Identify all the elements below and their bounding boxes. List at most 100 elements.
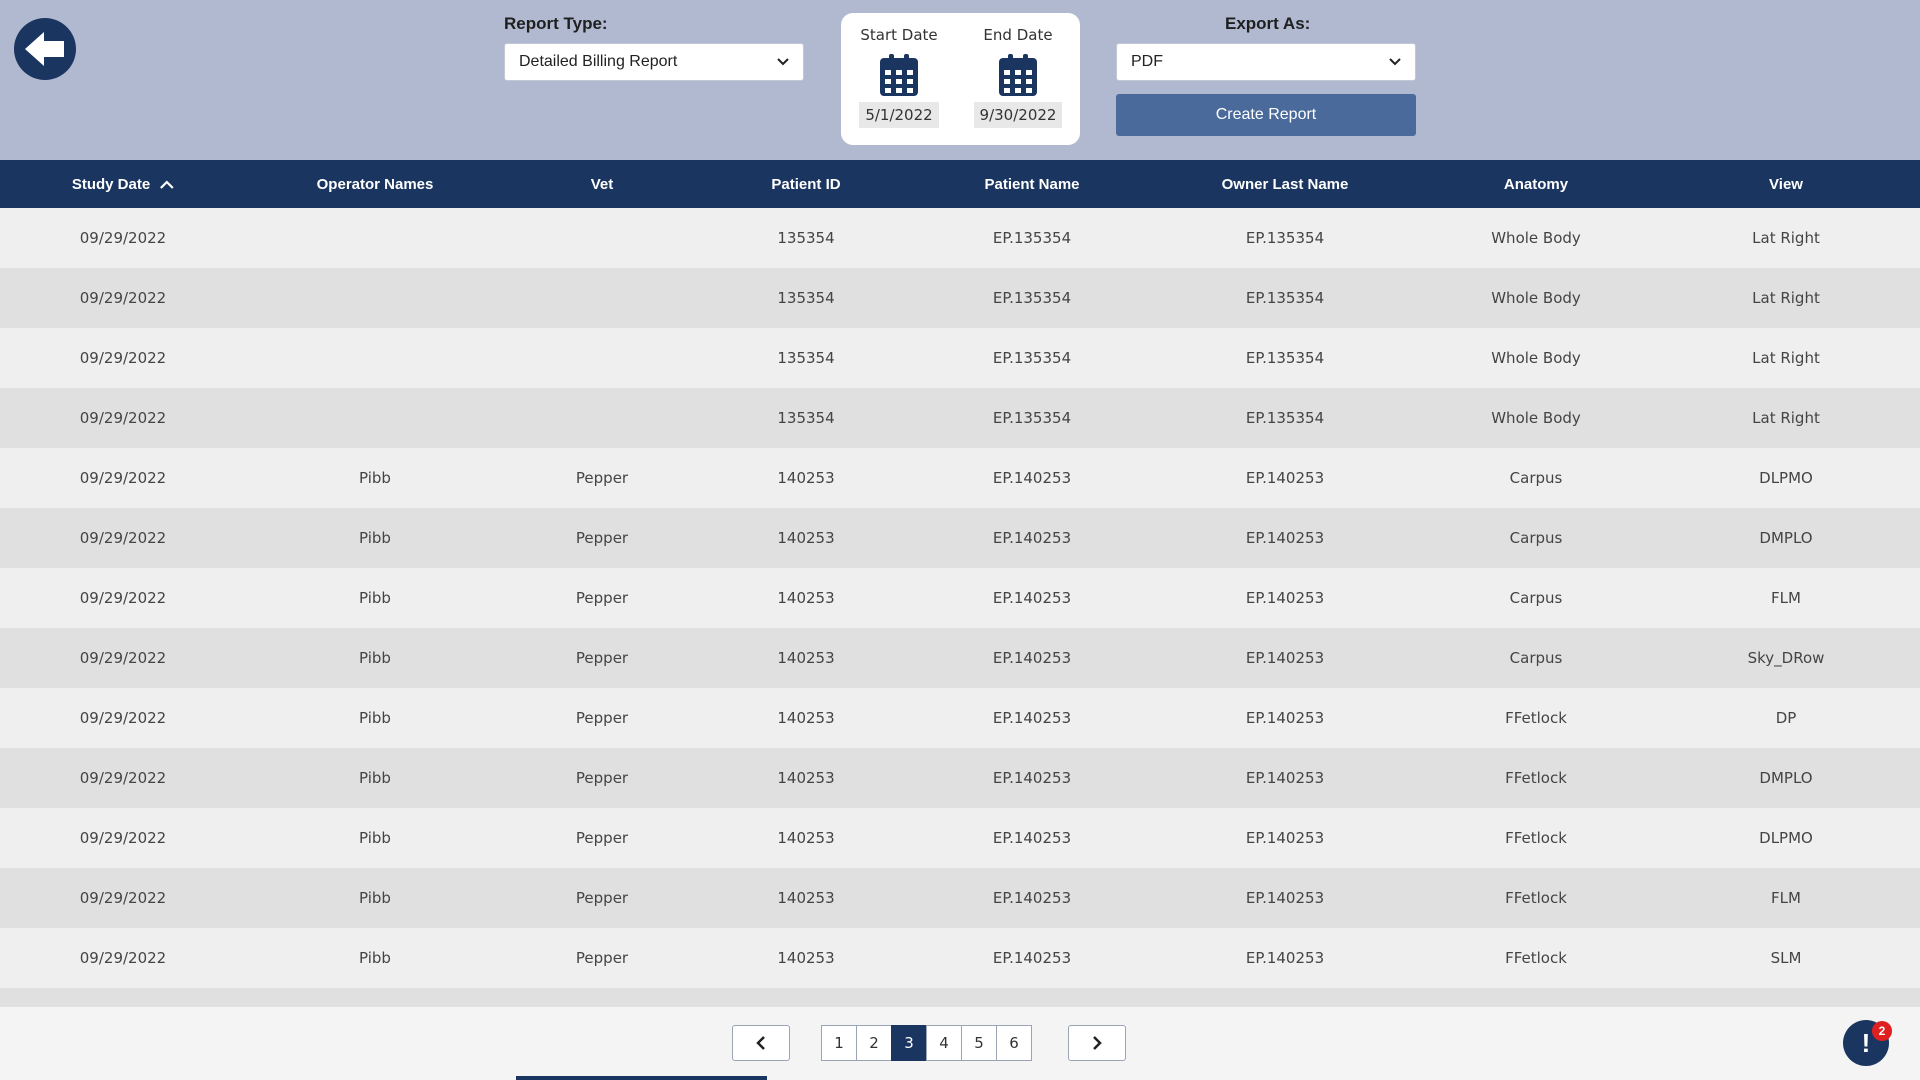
cell-owner-last-name: EP.140253 <box>1245 589 1325 607</box>
report-toolbar: Report Type: Detailed Billing Report Sta… <box>0 0 1920 160</box>
start-date-value[interactable]: 5/1/2022 <box>859 102 939 128</box>
column-header-vet[interactable]: Vet <box>591 160 614 208</box>
start-date-label: Start Date <box>860 26 938 44</box>
sort-ascending-icon <box>160 179 174 189</box>
cell-view: Sky_DRow <box>1747 649 1825 667</box>
table-row-partial <box>0 988 1920 1007</box>
cell-study-date: 09/29/2022 <box>79 409 167 427</box>
table-row[interactable]: 09/29/2022 135354 EP.135354 EP.135354 Whole … <box>0 328 1920 388</box>
table-row[interactable]: 09/29/2022 Pibb Pepper 140253 EP.140253 EP.14… <box>0 928 1920 988</box>
arrow-left-icon <box>25 32 64 66</box>
table-row[interactable]: 09/29/2022 Pibb Pepper 140253 EP.140253 EP.14… <box>0 868 1920 928</box>
report-type-label: Report Type: <box>504 14 608 33</box>
create-report-button[interactable]: Create Report <box>1116 94 1416 136</box>
export-label: Export As: <box>1225 14 1311 33</box>
cell-view: FLM <box>1771 889 1801 907</box>
cell-owner-last-name: EP.140253 <box>1245 649 1325 667</box>
cell-operator-names: Pibb <box>359 589 391 607</box>
end-date-group: End Date 9/30/2022 <box>968 13 1068 128</box>
page-6-button[interactable]: 6 <box>996 1025 1032 1061</box>
next-page-button[interactable] <box>1068 1025 1126 1061</box>
column-header-patient-name[interactable]: Patient Name <box>984 160 1079 208</box>
page-5-button[interactable]: 5 <box>961 1025 997 1061</box>
cell-patient-name: EP.140253 <box>992 889 1072 907</box>
cell-patient-id: 140253 <box>777 529 835 547</box>
page-3-button[interactable]: 3 <box>891 1025 927 1061</box>
table-row[interactable]: 09/29/2022 Pibb Pepper 140253 EP.140253 EP.14… <box>0 448 1920 508</box>
chevron-right-icon <box>1093 1036 1102 1050</box>
export-format-select[interactable]: PDF <box>1116 43 1416 81</box>
report-type-select[interactable]: Detailed Billing Report <box>504 43 804 81</box>
table-row[interactable]: 09/29/2022 135354 EP.135354 EP.135354 Whole … <box>0 388 1920 448</box>
table-row[interactable]: 09/29/2022 Pibb Pepper 140253 EP.140253 EP.14… <box>0 748 1920 808</box>
calendar-icon[interactable] <box>999 54 1037 96</box>
table-row[interactable]: 09/29/2022 Pibb Pepper 140253 EP.140253 EP.14… <box>0 688 1920 748</box>
cell-vet: Pepper <box>575 529 629 547</box>
cell-study-date: 09/29/2022 <box>79 349 167 367</box>
table-row[interactable]: 09/29/2022 Pibb Pepper 140253 EP.140253 EP.14… <box>0 568 1920 628</box>
table-row[interactable]: 09/29/2022 Pibb Pepper 140253 EP.140253 EP.14… <box>0 808 1920 868</box>
cell-operator-names: Pibb <box>359 769 391 787</box>
cell-owner-last-name: EP.140253 <box>1245 949 1325 967</box>
cell-anatomy: FFetlock <box>1505 889 1567 907</box>
page-4-button[interactable]: 4 <box>926 1025 962 1061</box>
column-header-owner-last-name[interactable]: Owner Last Name <box>1222 160 1349 208</box>
cell-patient-name: EP.140253 <box>992 769 1072 787</box>
column-header-patient-id[interactable]: Patient ID <box>771 160 840 208</box>
cell-study-date: 09/29/2022 <box>79 949 167 967</box>
cell-study-date: 09/29/2022 <box>79 289 167 307</box>
column-header-study-date[interactable]: Study Date <box>72 160 174 208</box>
cell-view: FLM <box>1771 589 1801 607</box>
cell-operator-names: Pibb <box>359 889 391 907</box>
export-format-value: PDF <box>1131 53 1163 70</box>
calendar-icon[interactable] <box>880 54 918 96</box>
cell-owner-last-name: EP.140253 <box>1245 769 1325 787</box>
cell-patient-name: EP.140253 <box>992 949 1072 967</box>
table-row[interactable]: 09/29/2022 Pibb Pepper 140253 EP.140253 EP.14… <box>0 628 1920 688</box>
cell-operator-names: Pibb <box>359 469 391 487</box>
page-2-button[interactable]: 2 <box>856 1025 892 1061</box>
table-row[interactable]: 09/29/2022 135354 EP.135354 EP.135354 Whole … <box>0 208 1920 268</box>
page-1-button[interactable]: 1 <box>821 1025 857 1061</box>
cell-owner-last-name: EP.135354 <box>1245 349 1325 367</box>
cell-anatomy: FFetlock <box>1505 709 1567 727</box>
cell-anatomy: Carpus <box>1509 529 1563 547</box>
cell-study-date: 09/29/2022 <box>79 229 167 247</box>
cell-view: DMPLO <box>1759 529 1813 547</box>
chevron-left-icon <box>756 1036 765 1050</box>
column-header-view[interactable]: View <box>1769 160 1803 208</box>
cell-patient-name: EP.140253 <box>992 529 1072 547</box>
cell-view: Lat Right <box>1752 409 1820 427</box>
cell-patient-id: 140253 <box>777 829 835 847</box>
cell-vet: Pepper <box>575 469 629 487</box>
cell-patient-id: 140253 <box>777 649 835 667</box>
column-header-operator-names[interactable]: Operator Names <box>317 160 434 208</box>
cell-owner-last-name: EP.140253 <box>1245 529 1325 547</box>
cell-view: SLM <box>1770 949 1802 967</box>
end-date-label: End Date <box>983 26 1053 44</box>
horizontal-scrollbar-thumb[interactable] <box>516 1076 767 1080</box>
cell-owner-last-name: EP.135354 <box>1245 289 1325 307</box>
cell-operator-names: Pibb <box>359 709 391 727</box>
table-row[interactable]: 09/29/2022 Pibb Pepper 140253 EP.140253 EP.14… <box>0 508 1920 568</box>
table-header: Study Date Operator Names Vet Patient ID… <box>0 160 1920 208</box>
cell-patient-id: 135354 <box>777 349 835 367</box>
table-row[interactable]: 09/29/2022 135354 EP.135354 EP.135354 Whole … <box>0 268 1920 328</box>
cell-anatomy: Whole Body <box>1491 289 1581 307</box>
cell-patient-name: EP.135354 <box>992 229 1072 247</box>
end-date-value[interactable]: 9/30/2022 <box>973 102 1063 128</box>
cell-patient-id: 140253 <box>777 889 835 907</box>
cell-study-date: 09/29/2022 <box>79 649 167 667</box>
cell-view: Lat Right <box>1752 289 1820 307</box>
notification-count-badge: 2 <box>1872 1021 1892 1041</box>
previous-page-button[interactable] <box>732 1025 790 1061</box>
cell-patient-id: 135354 <box>777 409 835 427</box>
cell-vet: Pepper <box>575 589 629 607</box>
cell-study-date: 09/29/2022 <box>79 589 167 607</box>
start-date-group: Start Date 5/1/2022 <box>849 13 949 128</box>
back-button[interactable] <box>14 18 76 80</box>
cell-study-date: 09/29/2022 <box>79 829 167 847</box>
column-header-anatomy[interactable]: Anatomy <box>1504 160 1568 208</box>
cell-anatomy: FFetlock <box>1505 769 1567 787</box>
cell-patient-id: 135354 <box>777 289 835 307</box>
